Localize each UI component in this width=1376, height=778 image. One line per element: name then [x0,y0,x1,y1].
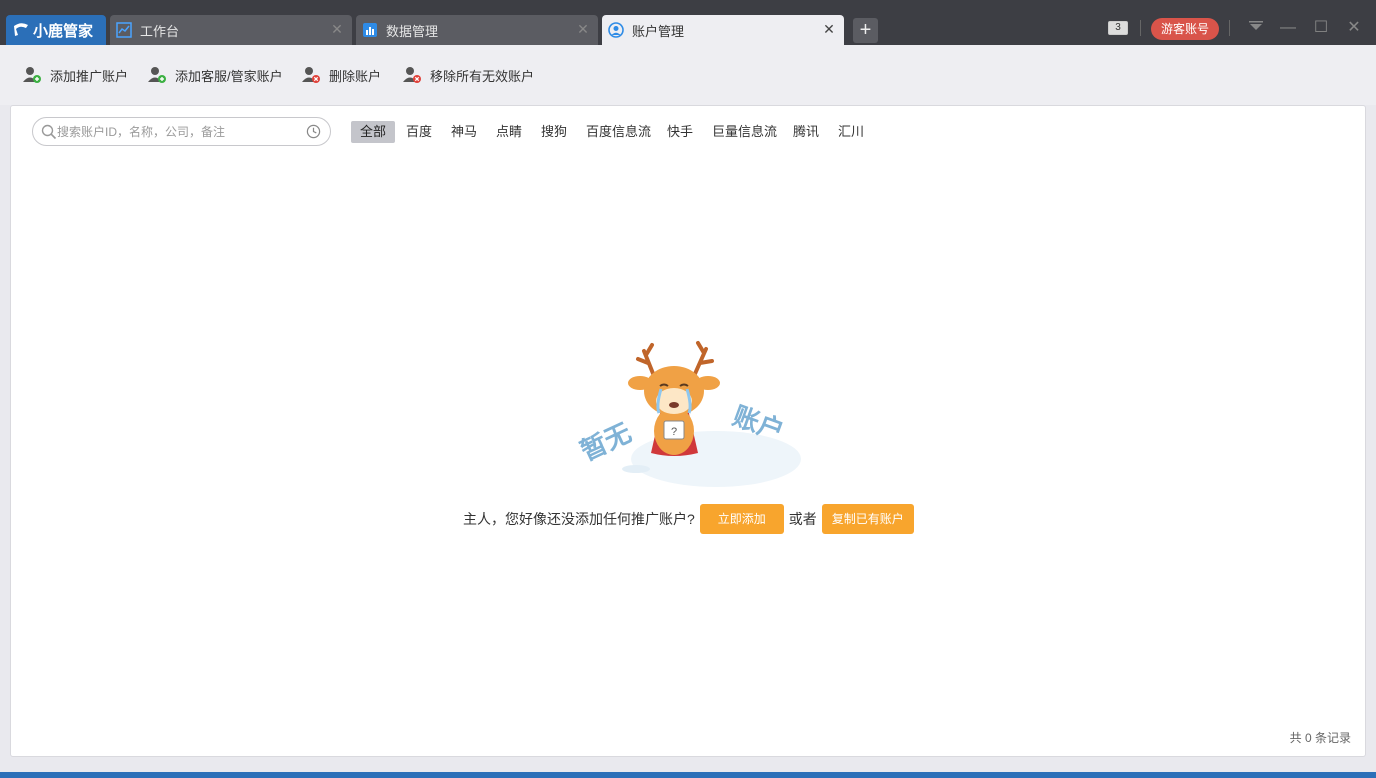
filter-tencent[interactable]: 腾讯 [784,121,828,143]
svg-text:?: ? [671,426,677,438]
filter-all[interactable]: 全部 [351,121,396,143]
tab-label: 账户管理 [632,23,685,39]
search-input[interactable] [57,122,302,142]
toolbar: 添加推广账户 添加客服/管家账户 删除账户 移除所有无效账户 [0,45,1376,105]
tab-label: 工作台 [140,23,180,39]
minimize-icon[interactable]: — [1278,18,1298,38]
empty-message-row: 主人，您好像还没添加任何推广账户? 立即添加 或者 复制已有账户 [463,504,914,534]
chart-icon [116,22,132,38]
tab-data-management[interactable]: 数据管理 ✕ [356,15,598,45]
close-window-icon[interactable]: ✕ [1344,18,1364,38]
search-icon [41,124,57,140]
remove-user-icon [403,67,421,83]
history-clock-icon[interactable] [306,124,321,139]
filter-baidu[interactable]: 百度 [397,121,441,143]
filter-baidu-feed[interactable]: 百度信息流 [577,121,660,143]
add-service-account-button[interactable]: 添加客服/管家账户 [147,65,283,85]
record-count: 共 0 条记录 [1289,731,1351,745]
search-box [32,117,331,146]
close-icon[interactable]: ✕ [576,22,590,36]
user-circle-icon [608,22,624,38]
add-user-icon [148,67,166,83]
add-promo-label: 添加推广账户 [50,68,129,84]
guest-account-button[interactable]: 游客账号 [1151,18,1219,40]
filter-dianjing[interactable]: 点睛 [487,121,531,143]
close-icon[interactable]: ✕ [822,22,836,36]
filter-sogou[interactable]: 搜狗 [532,121,576,143]
new-tab-button[interactable]: + [853,18,878,43]
title-bar: 小鹿管家 工作台 ✕ 数据管理 ✕ 账户管理 ✕ + 3 游客账号 — ☐ ✕ [0,0,1376,45]
empty-deer-illustration: ? 暂无 账户 [576,341,801,487]
accounts-panel: 全部 百度 神马 点睛 搜狗 百度信息流 快手 巨量信息流 腾讯 汇川 ? 暂无… [10,105,1366,757]
tab-label: 数据管理 [386,23,439,39]
add-promo-account-button[interactable]: 添加推广账户 [22,65,128,85]
delete-label: 删除账户 [329,68,382,84]
dropdown-menu-icon[interactable] [1246,18,1266,38]
divider [1229,20,1230,36]
filter-shenma[interactable]: 神马 [442,121,486,143]
app-logo[interactable]: 小鹿管家 [6,15,106,45]
status-strip [0,772,1376,778]
add-service-label: 添加客服/管家账户 [175,68,283,84]
database-icon [363,23,377,37]
filter-kuaishou[interactable]: 快手 [658,121,702,143]
maximize-icon[interactable]: ☐ [1311,18,1331,38]
add-now-button[interactable]: 立即添加 [699,504,784,534]
delete-account-button[interactable]: 删除账户 [301,65,381,85]
divider [1140,20,1141,36]
copy-existing-account-button[interactable]: 复制已有账户 [821,504,914,534]
add-user-icon [23,67,41,83]
tab-account-management[interactable]: 账户管理 ✕ [602,15,844,45]
empty-message: 主人，您好像还没添加任何推广账户? [463,511,695,527]
window-count-badge[interactable]: 3 [1108,21,1128,35]
or-label: 或者 [788,511,817,527]
remove-invalid-label: 移除所有无效账户 [430,68,535,84]
filter-juliang-feed[interactable]: 巨量信息流 [703,121,786,143]
remove-invalid-accounts-button[interactable]: 移除所有无效账户 [402,65,534,85]
deer-logo-icon [14,23,28,36]
illustration-text-left: 暂无 [576,417,636,467]
brand-name: 小鹿管家 [33,22,94,40]
remove-user-icon [302,67,320,83]
close-icon[interactable]: ✕ [330,22,344,36]
filter-huichuan[interactable]: 汇川 [829,121,873,143]
tab-workbench[interactable]: 工作台 ✕ [110,15,352,45]
